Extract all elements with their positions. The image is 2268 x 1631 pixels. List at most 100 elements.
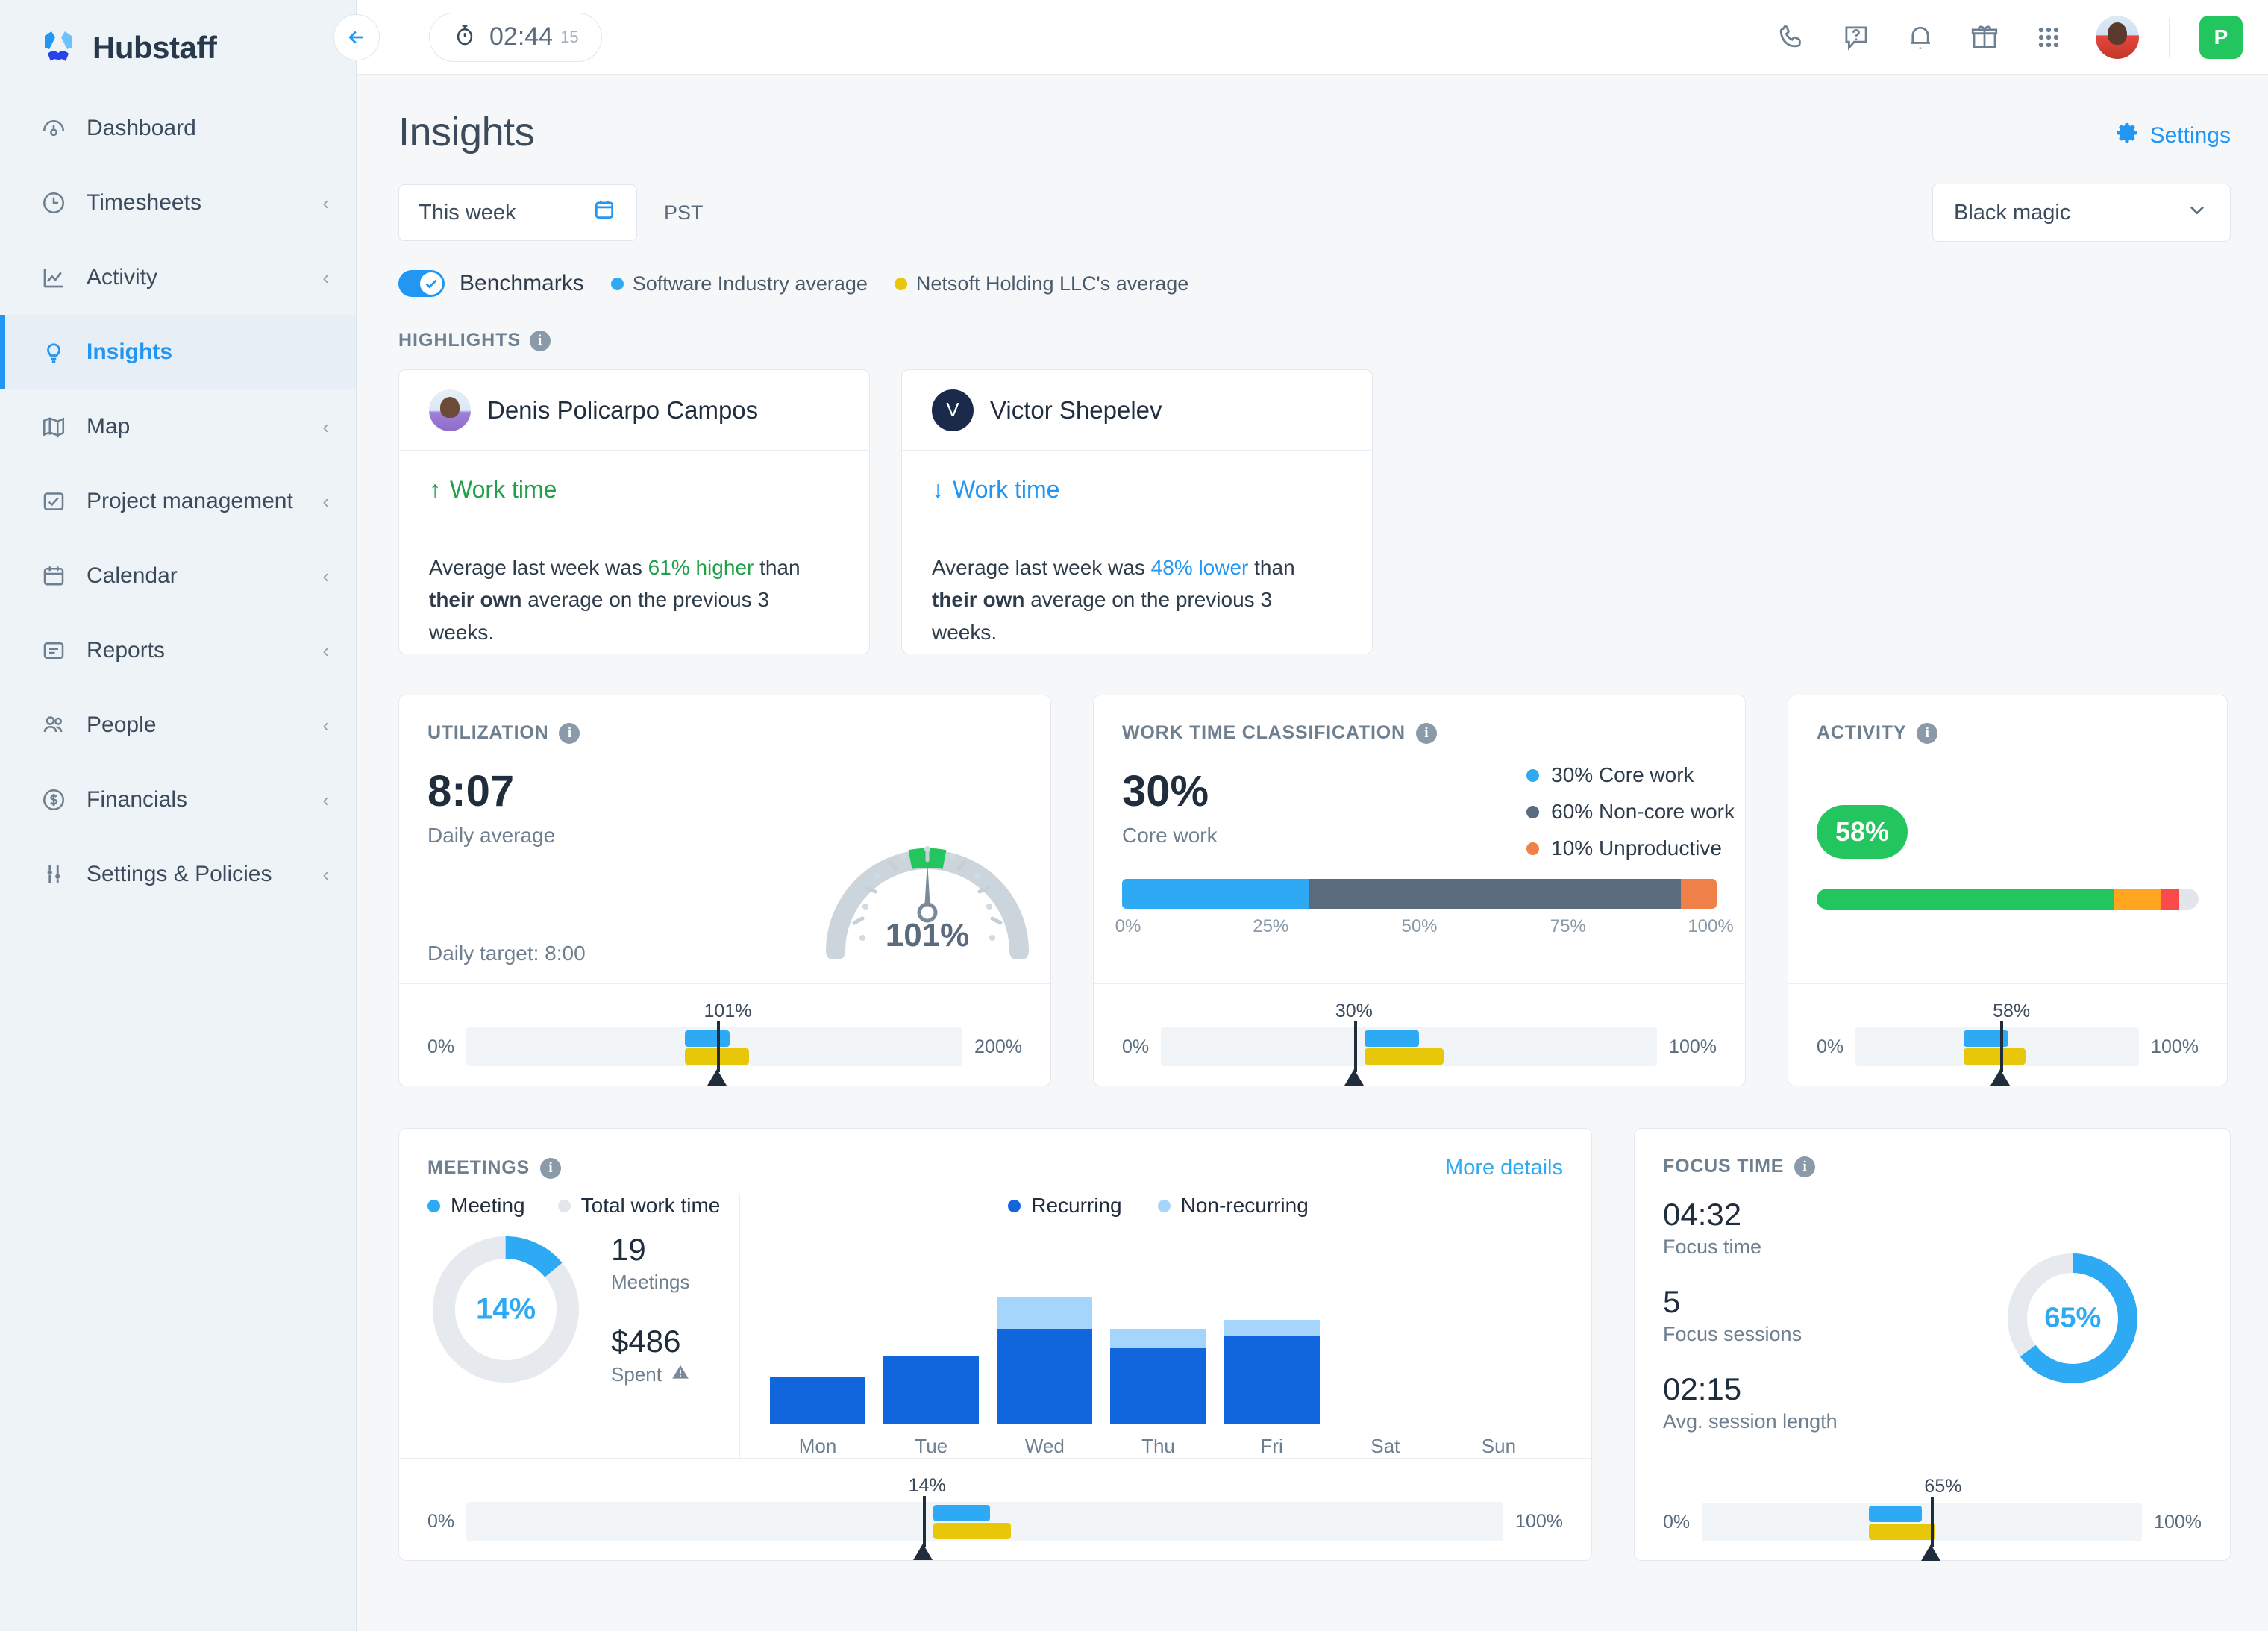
card-header: ACTIVITY i — [1788, 695, 2227, 744]
help-chat-icon[interactable] — [1839, 20, 1873, 54]
sidebar-item-calendar[interactable]: Calendar ‹ — [0, 539, 356, 613]
app-logo-text: Hubstaff — [93, 30, 216, 66]
meetings-legend: Meeting Total work time — [427, 1194, 726, 1218]
benchmark-marker — [2000, 1021, 2003, 1072]
benchmark-max: 100% — [1515, 1511, 1563, 1533]
team-select[interactable]: Black magic — [1932, 184, 2231, 242]
sidebar-item-label: Settings & Policies — [87, 862, 272, 887]
focus-donut: 65% — [2002, 1248, 2143, 1389]
timer-seconds: 15 — [560, 28, 578, 47]
sidebar-item-reports[interactable]: Reports ‹ — [0, 613, 356, 688]
meetings-spent-label: Spent — [611, 1362, 690, 1387]
toggle-knob — [420, 272, 442, 295]
benchmark-marker — [717, 1021, 720, 1072]
divider — [2169, 18, 2170, 57]
apps-grid-icon[interactable] — [2032, 20, 2066, 54]
arrow-down-icon: ↓ — [932, 476, 944, 504]
info-icon[interactable]: i — [1794, 1156, 1815, 1177]
utilization-gauge: 101% — [819, 765, 1036, 959]
legend-item: Non-recurring — [1158, 1194, 1309, 1218]
benchmark-marker-arrow-icon — [1344, 1069, 1364, 1086]
info-icon[interactable]: i — [540, 1158, 561, 1179]
card-footer: 14% 0% 100% — [399, 1458, 1591, 1560]
highlight-card-body: ↓ Work time Average last week was 48% lo… — [902, 451, 1372, 654]
page-title: Insights — [398, 109, 534, 155]
app-logo[interactable]: Hubstaff — [0, 0, 356, 75]
benchmark-org-bar — [1869, 1524, 1935, 1540]
settings-link[interactable]: Settings — [2116, 121, 2231, 151]
chevron-icon: ‹ — [322, 641, 329, 660]
sidebar-item-timesheets[interactable]: Timesheets ‹ — [0, 166, 356, 240]
legend-dot-icon — [558, 1200, 571, 1212]
card-body: 58% — [1788, 744, 2227, 983]
axis-tick-label: 100% — [1688, 916, 1733, 936]
card-title: WORK TIME CLASSIFICATION — [1122, 722, 1406, 744]
app-root: Hubstaff Dashboard Timesheets ‹ — [0, 0, 2268, 1631]
focus-stat: 5 Focus sessions — [1663, 1284, 1943, 1346]
highlight-person-name: Victor Shepelev — [990, 396, 1162, 425]
sidebar-item-dashboard[interactable]: Dashboard — [0, 91, 356, 166]
card-header: UTILIZATION i — [399, 695, 1050, 744]
chart-icon — [37, 261, 70, 294]
legend-label: 60% Non-core work — [1551, 800, 1735, 824]
sidebar-item-label: Calendar — [87, 563, 178, 589]
highlight-card[interactable]: Denis Policarpo Campos ↑ Work time Avera… — [398, 369, 870, 654]
benchmark-marker — [923, 1496, 926, 1547]
info-icon[interactable]: i — [530, 331, 551, 351]
avatar — [429, 389, 471, 431]
metric-cards-row: UTILIZATION i 8:07 Daily average Daily t… — [398, 695, 2231, 1086]
card-header: WORK TIME CLASSIFICATION i — [1094, 695, 1745, 744]
sidebar-item-insights[interactable]: Insights — [0, 315, 356, 389]
more-details-link[interactable]: More details — [1445, 1156, 1563, 1180]
chevron-icon: ‹ — [322, 790, 329, 810]
highlight-metric: ↑ Work time — [429, 476, 839, 504]
timer-value: 02:44 — [489, 22, 553, 51]
sidebar-item-label: Insights — [87, 339, 172, 365]
phone-icon[interactable] — [1775, 20, 1809, 54]
focus-sessions-value: 5 — [1663, 1284, 1943, 1320]
gift-icon[interactable] — [1967, 20, 2002, 54]
chevron-icon: ‹ — [322, 716, 329, 735]
sidebar-collapse-button[interactable] — [333, 14, 380, 60]
page-header: Insights Settings — [398, 109, 2231, 155]
info-icon[interactable]: i — [1917, 723, 1937, 744]
card-header: FOCUS TIME i — [1635, 1129, 2230, 1177]
highlight-description: Average last week was 48% lower than the… — [932, 551, 1342, 648]
sidebar-item-people[interactable]: People ‹ — [0, 688, 356, 763]
sidebar-item-map[interactable]: Map ‹ — [0, 389, 356, 464]
topbar-actions: P — [1775, 16, 2243, 59]
highlights-row: Denis Policarpo Campos ↑ Work time Avera… — [398, 369, 2231, 654]
bar-column: Sat — [1338, 1424, 1433, 1458]
timer-button[interactable]: 02:44 15 — [429, 13, 602, 62]
meetings-spent-value: $486 — [611, 1324, 690, 1359]
highlight-card[interactable]: V Victor Shepelev ↓ Work time Average la… — [901, 369, 1373, 654]
sidebar-item-financials[interactable]: Financials ‹ — [0, 763, 356, 837]
info-icon[interactable]: i — [1416, 723, 1437, 744]
org-badge[interactable]: P — [2199, 16, 2243, 59]
bar-label: Tue — [915, 1435, 947, 1458]
focus-time-value: 04:32 — [1663, 1197, 1943, 1233]
avatar[interactable] — [2096, 16, 2139, 59]
bar-label: Thu — [1141, 1435, 1175, 1458]
arrow-left-icon — [345, 26, 368, 48]
sidebar-item-project-management[interactable]: Project management ‹ — [0, 464, 356, 539]
legend-item: 60% Non-core work — [1526, 800, 1735, 824]
document-icon — [37, 634, 70, 667]
legend-label: Netsoft Holding LLC's average — [916, 272, 1188, 295]
sidebar-item-activity[interactable]: Activity ‹ — [0, 240, 356, 315]
sidebar-item-label: Dashboard — [87, 116, 196, 141]
benchmarks-row: Benchmarks Software Industry average Net… — [398, 270, 2231, 297]
benchmark-max: 200% — [974, 1036, 1022, 1058]
bar-column: Mon — [770, 1377, 865, 1458]
benchmarks-toggle[interactable] — [398, 270, 445, 297]
sidebar-item-settings-policies[interactable]: Settings & Policies ‹ — [0, 837, 356, 912]
benchmark-value: 14% — [909, 1475, 946, 1497]
focus-stat: 04:32 Focus time — [1663, 1197, 1943, 1259]
bell-icon[interactable] — [1903, 20, 1937, 54]
team-select-value: Black magic — [1954, 201, 2070, 225]
info-icon[interactable]: i — [559, 723, 580, 744]
benchmark-line: 0% 100% — [1122, 1027, 1717, 1066]
benchmark-legend-industry: Software Industry average — [611, 272, 868, 295]
bar-column: Wed — [997, 1297, 1092, 1458]
date-range-picker[interactable]: This week — [398, 184, 637, 241]
